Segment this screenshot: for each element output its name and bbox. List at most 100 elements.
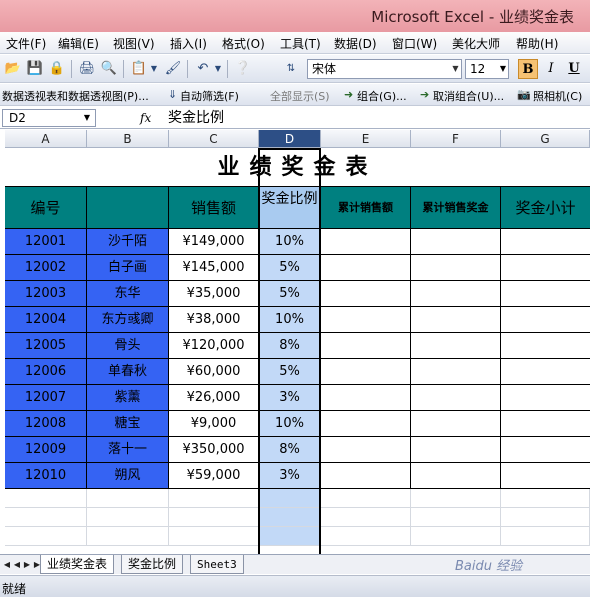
cumulative-sales-cell[interactable] — [321, 411, 411, 437]
menu-view[interactable]: 视图(V) — [113, 35, 155, 52]
paste-icon[interactable]: 📋 — [129, 59, 149, 79]
undo-icon[interactable]: ↶ — [193, 59, 213, 79]
cumulative-sales-cell[interactable] — [321, 359, 411, 385]
cumulative-bonus-cell[interactable] — [411, 255, 501, 281]
header-cumulative-sales-cell[interactable]: 累计销售额 — [321, 187, 411, 229]
column-header-a[interactable]: A — [5, 130, 87, 148]
help-icon[interactable]: ❔ — [233, 59, 253, 79]
bonus-ratio-cell[interactable]: 5% — [259, 359, 321, 385]
cumulative-sales-cell[interactable] — [321, 333, 411, 359]
id-cell[interactable]: 12004 — [5, 307, 87, 333]
worksheet-grid[interactable]: A B C D E F G 业绩奖金表 编号 销售额 奖金比例 累计销售额 累计… — [0, 130, 590, 554]
autofilter-button[interactable]: 自动筛选(F) — [180, 88, 239, 104]
id-cell[interactable]: 12002 — [5, 255, 87, 281]
cumulative-bonus-cell[interactable] — [411, 411, 501, 437]
tab-performance-bonus[interactable]: 业绩奖金表 — [40, 555, 115, 574]
name-cell[interactable]: 东华 — [87, 281, 169, 307]
bonus-subtotal-cell[interactable] — [501, 333, 590, 359]
name-cell[interactable]: 落十一 — [87, 437, 169, 463]
name-cell[interactable]: 白子画 — [87, 255, 169, 281]
sales-cell[interactable]: ¥9,000 — [169, 411, 259, 437]
empty-cell[interactable] — [501, 489, 590, 508]
empty-cell[interactable] — [169, 489, 259, 508]
empty-cell[interactable] — [5, 508, 87, 527]
id-cell[interactable]: 12010 — [5, 463, 87, 489]
bonus-ratio-cell[interactable]: 8% — [259, 333, 321, 359]
toolbar-options-icon[interactable]: ⇅ — [284, 59, 298, 79]
cumulative-bonus-cell[interactable] — [411, 333, 501, 359]
insert-function-icon[interactable]: fx — [140, 111, 151, 125]
menu-tools[interactable]: 工具(T) — [280, 35, 321, 52]
cumulative-sales-cell[interactable] — [321, 385, 411, 411]
empty-cell[interactable] — [411, 527, 501, 546]
cumulative-bonus-cell[interactable] — [411, 463, 501, 489]
empty-cell[interactable] — [169, 508, 259, 527]
tab-bonus-ratio[interactable]: 奖金比例 — [121, 555, 184, 574]
empty-cell[interactable] — [321, 527, 411, 546]
sales-cell[interactable]: ¥60,000 — [169, 359, 259, 385]
menu-window[interactable]: 窗口(W) — [392, 35, 437, 52]
save-icon[interactable]: 💾 — [25, 59, 45, 79]
bonus-ratio-cell[interactable]: 8% — [259, 437, 321, 463]
bonus-subtotal-cell[interactable] — [501, 255, 590, 281]
id-cell[interactable]: 12009 — [5, 437, 87, 463]
sales-cell[interactable]: ¥38,000 — [169, 307, 259, 333]
sales-cell[interactable]: ¥145,000 — [169, 255, 259, 281]
id-cell[interactable]: 12007 — [5, 385, 87, 411]
menu-data[interactable]: 数据(D) — [334, 35, 377, 52]
sales-cell[interactable]: ¥59,000 — [169, 463, 259, 489]
ungroup-button[interactable]: 取消组合(U)... — [433, 88, 504, 104]
chevron-down-icon[interactable]: ▼ — [213, 59, 223, 79]
bonus-subtotal-cell[interactable] — [501, 281, 590, 307]
cumulative-sales-cell[interactable] — [321, 437, 411, 463]
id-cell[interactable]: 12008 — [5, 411, 87, 437]
bonus-ratio-cell[interactable]: 5% — [259, 281, 321, 307]
sales-cell[interactable]: ¥120,000 — [169, 333, 259, 359]
id-cell[interactable]: 12006 — [5, 359, 87, 385]
name-cell[interactable]: 沙千陌 — [87, 229, 169, 255]
header-bonus-ratio-cell[interactable]: 奖金比例 — [259, 187, 321, 229]
empty-cell[interactable] — [259, 489, 321, 508]
sales-cell[interactable]: ¥26,000 — [169, 385, 259, 411]
bonus-subtotal-cell[interactable] — [501, 307, 590, 333]
chevron-down-icon[interactable]: ▼ — [450, 60, 461, 78]
bonus-ratio-cell[interactable]: 10% — [259, 229, 321, 255]
format-painter-icon[interactable]: 🖌 — [163, 59, 183, 79]
cumulative-bonus-cell[interactable] — [411, 437, 501, 463]
bonus-subtotal-cell[interactable] — [501, 359, 590, 385]
menu-edit[interactable]: 编辑(E) — [58, 35, 99, 52]
print-preview-icon[interactable]: 🔍 — [99, 59, 119, 79]
italic-button[interactable]: I — [541, 59, 561, 79]
empty-cell[interactable] — [5, 527, 87, 546]
empty-cell[interactable] — [501, 527, 590, 546]
id-cell[interactable]: 12003 — [5, 281, 87, 307]
menu-insert[interactable]: 插入(I) — [170, 35, 207, 52]
menu-beautify-master[interactable]: 美化大师 — [452, 35, 500, 52]
cumulative-bonus-cell[interactable] — [411, 229, 501, 255]
column-header-g[interactable]: G — [501, 130, 590, 148]
cumulative-bonus-cell[interactable] — [411, 385, 501, 411]
bold-button[interactable]: B — [518, 59, 538, 79]
id-cell[interactable]: 12005 — [5, 333, 87, 359]
cumulative-sales-cell[interactable] — [321, 229, 411, 255]
pivot-table-button[interactable]: 数据透视表和数据透视图(P)... — [2, 88, 149, 104]
empty-cell[interactable] — [87, 527, 169, 546]
bonus-ratio-cell[interactable]: 3% — [259, 385, 321, 411]
group-button[interactable]: 组合(G)... — [357, 88, 407, 104]
column-header-f[interactable]: F — [411, 130, 501, 148]
camera-button[interactable]: 照相机(C) — [533, 88, 582, 104]
column-header-b[interactable]: B — [87, 130, 169, 148]
bonus-subtotal-cell[interactable] — [501, 385, 590, 411]
cumulative-bonus-cell[interactable] — [411, 307, 501, 333]
formula-input[interactable]: 奖金比例 — [162, 109, 588, 127]
bonus-ratio-cell[interactable]: 10% — [259, 411, 321, 437]
bonus-ratio-cell[interactable]: 3% — [259, 463, 321, 489]
empty-cell[interactable] — [411, 508, 501, 527]
next-sheet-icon[interactable]: ▶ — [22, 558, 32, 572]
header-sales-cell[interactable]: 销售额 — [169, 187, 259, 229]
empty-cell[interactable] — [5, 489, 87, 508]
font-name-select[interactable]: 宋体 — [307, 59, 462, 79]
show-all-button[interactable]: 全部显示(S) — [270, 88, 330, 104]
empty-cell[interactable] — [87, 489, 169, 508]
chevron-down-icon[interactable]: ▼ — [498, 60, 508, 78]
